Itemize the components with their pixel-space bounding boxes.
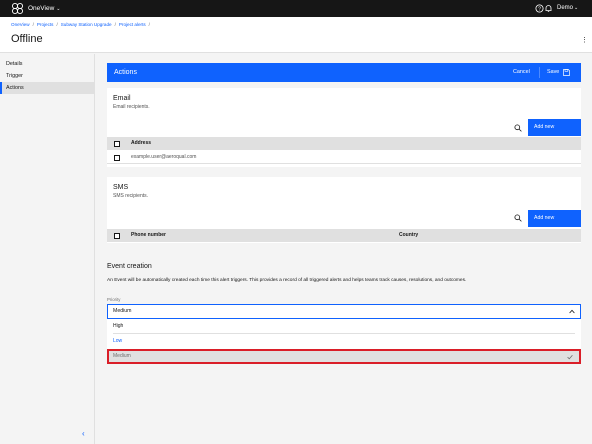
email-address: example.user@aeroqual.com <box>131 154 197 160</box>
page-header: OneView / Projects / Subway Station Upgrade /… <box>0 17 592 53</box>
email-table-header: Address <box>107 137 581 150</box>
sidebar-item-actions[interactable]: Actions <box>0 82 95 94</box>
email-subtitle: Email recipients. <box>113 104 150 110</box>
breadcrumb-project[interactable]: Subway Station Upgrade <box>61 22 112 27</box>
breadcrumb-oneview[interactable]: OneView <box>11 22 30 27</box>
actions-bar: Actions Cancel Save <box>107 63 581 82</box>
svg-text:?: ? <box>538 6 541 12</box>
sidebar: Details Trigger Actions ‹ <box>0 54 95 444</box>
priority-option-high[interactable]: High <box>107 319 581 334</box>
priority-option-low[interactable]: Low <box>107 334 581 349</box>
priority-dropdown[interactable]: Medium <box>107 304 581 319</box>
add-email-button[interactable]: Add new <box>528 119 581 136</box>
add-sms-button[interactable]: Add new <box>528 210 581 227</box>
table-row: example.user@aeroqual.com <box>107 151 581 164</box>
breadcrumb-separator: / <box>32 22 34 27</box>
actions-title: Actions <box>114 69 137 76</box>
column-header-phone: Phone number <box>131 232 167 238</box>
brand-name: OneView <box>28 5 55 12</box>
select-all-checkbox[interactable] <box>114 232 120 239</box>
breadcrumb-separator: / <box>148 22 150 27</box>
breadcrumb-projects[interactable]: Projects <box>37 22 54 27</box>
collapse-sidebar-icon[interactable]: ‹ <box>82 429 85 438</box>
app-switcher[interactable]: OneView ⌄ <box>28 3 60 15</box>
chevron-up-icon <box>569 309 575 314</box>
notification-bell-icon[interactable] <box>544 4 553 13</box>
app-logo-icon[interactable] <box>11 2 24 15</box>
sms-subtitle: SMS recipients. <box>113 193 149 199</box>
priority-menu: High Low Medium <box>107 319 581 364</box>
option-label: Low <box>113 338 123 344</box>
chevron-down-icon: ⌄ <box>56 6 61 12</box>
cancel-button[interactable]: Cancel <box>513 67 530 78</box>
event-creation-title: Event creation <box>107 263 152 270</box>
row-checkbox[interactable] <box>114 154 120 161</box>
email-card: Email Email recipients. Add new Address … <box>107 88 581 167</box>
save-button[interactable]: Save <box>547 67 559 78</box>
overflow-menu-icon[interactable]: ⋮ <box>581 36 588 44</box>
sidebar-item-details[interactable]: Details <box>0 58 95 70</box>
priority-label: Priority <box>107 297 121 302</box>
save-icon[interactable] <box>563 69 570 76</box>
user-menu[interactable]: Demo <box>557 3 573 14</box>
search-icon[interactable] <box>514 124 522 132</box>
chevron-down-icon[interactable]: ⌄ <box>574 3 578 14</box>
breadcrumb-project-alerts[interactable]: Project alerts <box>119 22 146 27</box>
divider <box>539 67 540 78</box>
column-header-country: Country <box>399 232 419 238</box>
column-header-address: Address <box>131 140 152 146</box>
top-bar: OneView ⌄ ? Demo ⌄ <box>0 0 592 17</box>
breadcrumb: OneView / Projects / Subway Station Upgrade /… <box>11 21 153 29</box>
event-creation-description: An Event will be automatically created e… <box>107 278 467 283</box>
sidebar-item-trigger[interactable]: Trigger <box>0 70 95 82</box>
option-label: High <box>113 323 124 329</box>
breadcrumb-separator: / <box>56 22 58 27</box>
search-icon[interactable] <box>514 214 522 222</box>
page-title: Offline <box>11 33 43 45</box>
help-icon[interactable]: ? <box>535 4 544 13</box>
checkmark-icon <box>567 354 573 360</box>
select-all-checkbox[interactable] <box>114 140 120 147</box>
priority-selected-value: Medium <box>113 308 132 314</box>
sms-card: SMS SMS recipients. Add new Phone number… <box>107 177 581 243</box>
sms-table-header: Phone number Country <box>107 229 581 242</box>
breadcrumb-separator: / <box>114 22 116 27</box>
option-label: Medium <box>113 353 131 359</box>
priority-option-medium[interactable]: Medium <box>107 349 581 364</box>
